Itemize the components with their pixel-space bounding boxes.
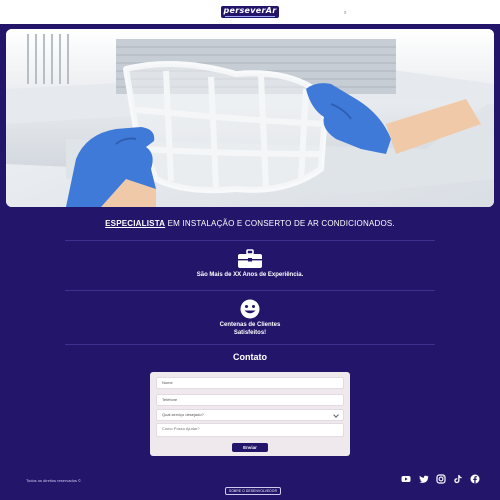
contact-form: Nome Telefone Qual serviço desejado? Com… xyxy=(150,372,350,456)
chevron-down-icon xyxy=(333,412,339,418)
tiktok-icon[interactable] xyxy=(453,474,463,484)
logo-text: perseverAr xyxy=(223,6,277,15)
message-textarea[interactable]: Como Posso Ajudar? xyxy=(156,423,344,437)
name-input[interactable]: Nome xyxy=(156,377,344,389)
developer-link[interactable]: SOBRE O DESENVOLVEDOR xyxy=(225,487,282,495)
feature-experience: São Mais de XX Anos de Experiência. xyxy=(196,272,304,278)
logo-underline xyxy=(225,16,275,17)
twitter-icon[interactable] xyxy=(419,474,429,484)
hero-image xyxy=(6,29,494,207)
headline-strong: ESPECIALISTA xyxy=(105,219,166,228)
smile-icon xyxy=(240,299,260,319)
phone-input[interactable]: Telefone xyxy=(156,394,344,406)
youtube-icon[interactable] xyxy=(401,474,411,484)
top-bar: perseverAr x xyxy=(0,0,500,24)
feature-clients: Centenas de Clientes Satisfeitos! xyxy=(170,321,330,337)
contact-title: Contato xyxy=(233,352,267,362)
divider xyxy=(65,290,435,291)
service-select-value: Qual serviço desejado? xyxy=(162,412,204,417)
headline-rest: EM INSTALAÇÃO E CONSERTO DE AR CONDICION… xyxy=(165,219,395,228)
footer-rights: Todos os direitos reservados © xyxy=(26,478,81,483)
feature-clients-line1: Centenas de Clientes xyxy=(219,322,281,328)
close-glyph: x xyxy=(344,10,347,16)
service-select[interactable]: Qual serviço desejado? xyxy=(156,409,344,421)
submit-button[interactable]: Enviar xyxy=(232,443,268,452)
headline: ESPECIALISTA EM INSTALAÇÃO E CONSERTO DE… xyxy=(0,219,500,228)
instagram-icon[interactable] xyxy=(436,474,446,484)
brand-logo[interactable]: perseverAr xyxy=(221,6,279,18)
divider xyxy=(65,344,435,345)
briefcase-icon xyxy=(238,249,262,268)
facebook-icon[interactable] xyxy=(470,474,480,484)
feature-clients-line2: Satisfeitos! xyxy=(233,330,267,336)
divider xyxy=(65,240,435,241)
hero-illustration xyxy=(6,29,494,207)
